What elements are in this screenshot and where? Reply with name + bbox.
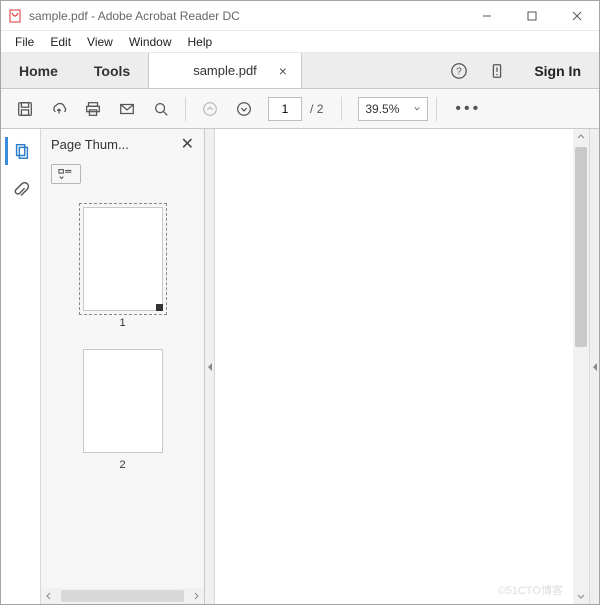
- thumbnail-image: [83, 349, 163, 453]
- toolbar-separator: [185, 97, 186, 121]
- email-button[interactable]: [111, 93, 143, 125]
- panel-options-button[interactable]: [51, 164, 81, 184]
- thumbnail-page[interactable]: 1: [83, 207, 163, 329]
- scrollbar-thumb[interactable]: [61, 590, 184, 602]
- main-area: Page Thum... ✕ 1 2: [1, 129, 599, 604]
- thumbnails-tool-button[interactable]: [5, 137, 37, 165]
- page-number-input[interactable]: [268, 97, 302, 121]
- save-button[interactable]: [9, 93, 41, 125]
- scrollbar-track[interactable]: [57, 588, 188, 604]
- thumbnails-list: 1 2: [41, 189, 204, 588]
- top-tabs-bar: Home Tools sample.pdf × ? Sign In: [1, 53, 599, 89]
- toolbar: / 2 39.5% •••: [1, 89, 599, 129]
- tab-document-label: sample.pdf: [193, 63, 257, 78]
- menu-window[interactable]: Window: [121, 33, 180, 51]
- window-title: sample.pdf - Adobe Acrobat Reader DC: [29, 9, 240, 23]
- thumbnail-page[interactable]: 2: [83, 349, 163, 471]
- more-tools-button[interactable]: •••: [445, 100, 491, 118]
- scroll-down-arrow-icon[interactable]: [573, 588, 589, 604]
- minimize-button[interactable]: [464, 1, 509, 31]
- tab-home[interactable]: Home: [1, 53, 76, 88]
- print-button[interactable]: [77, 93, 109, 125]
- menu-help[interactable]: Help: [180, 33, 221, 51]
- page-down-button[interactable]: [228, 93, 260, 125]
- menu-view[interactable]: View: [79, 33, 121, 51]
- title-bar: sample.pdf - Adobe Acrobat Reader DC: [1, 1, 599, 31]
- zoom-value: 39.5%: [365, 102, 399, 116]
- scroll-up-arrow-icon[interactable]: [573, 129, 589, 145]
- maximize-button[interactable]: [509, 1, 554, 31]
- close-tab-icon[interactable]: ×: [279, 63, 287, 79]
- thumbnail-number: 1: [119, 317, 125, 329]
- document-area: ©51CTO博客: [215, 129, 589, 604]
- panel-title: Page Thum...: [51, 137, 129, 152]
- panel-options-row: [41, 159, 204, 189]
- panel-header: Page Thum... ✕: [41, 129, 204, 159]
- menu-edit[interactable]: Edit: [42, 33, 79, 51]
- scrollbar-thumb[interactable]: [575, 147, 587, 347]
- page-up-button[interactable]: [194, 93, 226, 125]
- tab-tools[interactable]: Tools: [76, 53, 148, 88]
- menu-bar: File Edit View Window Help: [1, 31, 599, 53]
- toolbar-separator: [436, 97, 437, 121]
- page-total-label: / 2: [304, 102, 333, 116]
- panel-horizontal-scrollbar[interactable]: [41, 588, 204, 604]
- thumbnail-image: [83, 207, 163, 311]
- attachments-tool-button[interactable]: [5, 177, 37, 205]
- close-button[interactable]: [554, 1, 599, 31]
- search-button[interactable]: [145, 93, 177, 125]
- chevron-down-icon: [413, 105, 421, 113]
- acrobat-icon: [7, 8, 23, 24]
- thumbnails-panel: Page Thum... ✕ 1 2: [41, 129, 205, 604]
- help-button[interactable]: ?: [440, 53, 478, 88]
- document-canvas[interactable]: ©51CTO博客: [215, 129, 573, 604]
- thumbnail-number: 2: [119, 459, 125, 471]
- svg-text:?: ?: [457, 66, 463, 77]
- side-tool-strip: [1, 129, 41, 604]
- tab-document[interactable]: sample.pdf ×: [148, 53, 302, 88]
- toolbar-separator: [341, 97, 342, 121]
- vertical-scrollbar[interactable]: [573, 129, 589, 604]
- panel-collapse-handle[interactable]: [205, 129, 215, 604]
- right-panel-collapse-handle[interactable]: [589, 129, 599, 604]
- scrollbar-track[interactable]: [573, 145, 589, 588]
- application-window: sample.pdf - Adobe Acrobat Reader DC Fil…: [0, 0, 600, 605]
- scroll-left-arrow-icon[interactable]: [41, 588, 57, 604]
- zoom-select[interactable]: 39.5%: [358, 97, 428, 121]
- notification-button[interactable]: [478, 53, 516, 88]
- scroll-right-arrow-icon[interactable]: [188, 588, 204, 604]
- watermark-text: ©51CTO博客: [498, 582, 563, 598]
- menu-file[interactable]: File: [7, 33, 42, 51]
- sign-in-button[interactable]: Sign In: [516, 53, 599, 88]
- close-panel-button[interactable]: ✕: [181, 134, 194, 154]
- cloud-upload-button[interactable]: [43, 93, 75, 125]
